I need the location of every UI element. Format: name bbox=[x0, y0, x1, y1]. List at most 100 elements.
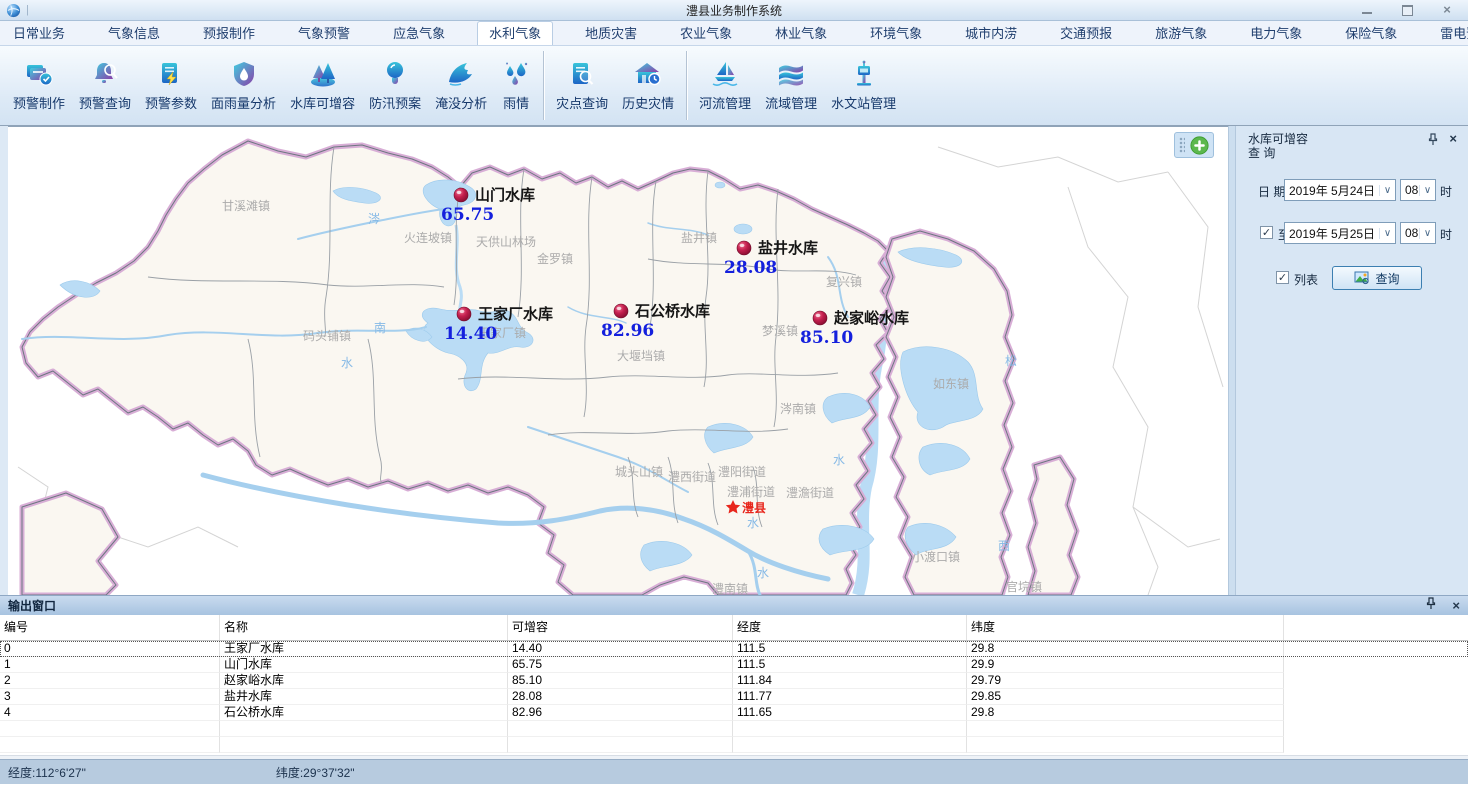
menu-item-气象信息[interactable]: 气象信息 bbox=[97, 21, 171, 45]
menu-item-旅游气象[interactable]: 旅游气象 bbox=[1144, 21, 1218, 45]
table-row-empty[interactable] bbox=[0, 721, 1468, 737]
table-row-0[interactable]: 0王家厂水库14.40111.529.8 bbox=[0, 641, 1468, 657]
table-cell: 3 bbox=[0, 689, 220, 705]
date-to-select[interactable]: 2019年 5月25日∨ bbox=[1284, 222, 1396, 244]
river-label: 水 bbox=[747, 516, 759, 530]
pin-icon[interactable] bbox=[1426, 597, 1436, 614]
menu-item-气象预警[interactable]: 气象预警 bbox=[287, 21, 361, 45]
panel-title: 水库可增容 查 询 bbox=[1248, 132, 1308, 160]
county-map[interactable]: 甘溪滩镇火连坡镇天供山林场金罗镇盐井镇复兴镇码头铺镇王家厂镇大堰垱镇梦溪镇涔南镇… bbox=[8, 127, 1228, 595]
toolbar-button-预警制作[interactable]: 预警制作 bbox=[6, 54, 72, 117]
table-cell: 82.96 bbox=[508, 705, 733, 721]
date-label: 日 期 bbox=[1258, 183, 1285, 200]
toolbar-button-面雨量分析[interactable]: 面雨量分析 bbox=[204, 54, 283, 117]
town-label-金罗镇: 金罗镇 bbox=[537, 251, 573, 266]
pin-icon[interactable] bbox=[1428, 133, 1438, 150]
table-cell: 85.10 bbox=[508, 673, 733, 689]
table-cell: 0 bbox=[0, 641, 220, 657]
restore-button[interactable] bbox=[1400, 4, 1414, 16]
panel-splitter[interactable] bbox=[1228, 126, 1236, 595]
menu-item-应急气象[interactable]: 应急气象 bbox=[382, 21, 456, 45]
menu-item-交通预报[interactable]: 交通预报 bbox=[1049, 21, 1123, 45]
reservoir-marker-icon[interactable] bbox=[454, 188, 468, 202]
toolbar-separator bbox=[686, 51, 687, 120]
toolbar-button-预警参数[interactable]: 预警参数 bbox=[138, 54, 204, 117]
reservoir-marker-icon[interactable] bbox=[614, 304, 628, 318]
hour-unit-label: 时 bbox=[1440, 183, 1452, 200]
table-cell: 111.5 bbox=[733, 641, 967, 657]
table-cell: 4 bbox=[0, 705, 220, 721]
hour-from-select[interactable]: 08∨ bbox=[1400, 179, 1436, 201]
to-checkbox[interactable]: ✓ bbox=[1260, 226, 1273, 239]
menu-item-环境气象[interactable]: 环境气象 bbox=[859, 21, 933, 45]
toolbar-separator bbox=[543, 51, 544, 120]
menu-item-电力气象[interactable]: 电力气象 bbox=[1239, 21, 1313, 45]
toolbar-button-雨情[interactable]: 雨情 bbox=[494, 54, 538, 117]
date-from-select[interactable]: 2019年 5月24日∨ bbox=[1284, 179, 1396, 201]
hour-to-select[interactable]: 08∨ bbox=[1400, 222, 1436, 244]
menu-item-水利气象[interactable]: 水利气象 bbox=[477, 21, 553, 45]
toolbar-button-预警查询[interactable]: 预警查询 bbox=[72, 54, 138, 117]
reservoir-marker-icon[interactable] bbox=[737, 241, 751, 255]
toolbar-button-淹没分析[interactable]: 淹没分析 bbox=[428, 54, 494, 117]
table-row-empty[interactable] bbox=[0, 737, 1468, 753]
menu-item-日常业务[interactable]: 日常业务 bbox=[2, 21, 76, 45]
table-header-row: 编号名称可增容经度纬度 bbox=[0, 615, 1468, 641]
table-row-3[interactable]: 3盐井水库28.08111.7729.85 bbox=[0, 689, 1468, 705]
menu-item-农业气象[interactable]: 农业气象 bbox=[669, 21, 743, 45]
output-window-header: 输出窗口 × bbox=[0, 595, 1468, 615]
reservoir-marker-icon[interactable] bbox=[813, 311, 827, 325]
map-add-layer-button[interactable] bbox=[1174, 132, 1214, 158]
close-button[interactable]: × bbox=[1440, 4, 1454, 16]
table-cell: 山门水库 bbox=[220, 657, 508, 673]
minimize-button[interactable] bbox=[1360, 4, 1374, 16]
output-close-icon[interactable]: × bbox=[1452, 598, 1460, 613]
menu-item-预报制作[interactable]: 预报制作 bbox=[192, 21, 266, 45]
toolbar-button-水文站管理[interactable]: 水文站管理 bbox=[824, 54, 903, 117]
list-checkbox[interactable]: ✓ bbox=[1276, 271, 1289, 284]
town-label-火连坡镇: 火连坡镇 bbox=[404, 230, 452, 245]
chevron-down-icon: ∨ bbox=[1379, 185, 1395, 196]
reservoir-marker-icon[interactable] bbox=[457, 307, 471, 321]
column-header-纬度[interactable]: 纬度 bbox=[967, 615, 1284, 640]
window-title: 澧县业务制作系统 bbox=[0, 2, 1468, 19]
drag-grip-icon bbox=[1179, 137, 1185, 153]
chevron-down-icon: ∨ bbox=[1419, 228, 1435, 239]
column-header-名称[interactable]: 名称 bbox=[220, 615, 508, 640]
menu-item-雷电预警[interactable]: 雷电预警 bbox=[1429, 21, 1468, 45]
toolbar-button-灾点查询[interactable]: 灾点查询 bbox=[549, 54, 615, 117]
toolbar-button-流域管理[interactable]: 流域管理 bbox=[758, 54, 824, 117]
table-cell: 29.79 bbox=[967, 673, 1284, 689]
column-header-可增容[interactable]: 可增容 bbox=[508, 615, 733, 640]
toolbar-button-河流管理[interactable]: 河流管理 bbox=[692, 54, 758, 117]
town-label-复兴镇: 复兴镇 bbox=[826, 275, 862, 289]
map-canvas[interactable]: 甘溪滩镇火连坡镇天供山林场金罗镇盐井镇复兴镇码头铺镇王家厂镇大堰垱镇梦溪镇涔南镇… bbox=[8, 126, 1228, 595]
reservoir-capacity-panel: 水库可增容 查 询 × 日 期 2019年 5月24日∨ 08∨ 时 ✓ 至 2… bbox=[1236, 126, 1468, 595]
town-label-澧澹街道: 澧澹街道 bbox=[786, 486, 834, 500]
table-row-1[interactable]: 1山门水库65.75111.529.9 bbox=[0, 657, 1468, 673]
column-header-经度[interactable]: 经度 bbox=[733, 615, 967, 640]
menu-item-城市内涝[interactable]: 城市内涝 bbox=[954, 21, 1028, 45]
menu-bar: 日常业务气象信息预报制作气象预警应急气象水利气象地质灾害农业气象林业气象环境气象… bbox=[0, 21, 1468, 46]
column-header-编号[interactable]: 编号 bbox=[0, 615, 220, 640]
menu-item-保险气象[interactable]: 保险气象 bbox=[1334, 21, 1408, 45]
reservoir-value-label: 85.10 bbox=[800, 328, 853, 348]
query-button[interactable]: 查询 bbox=[1332, 266, 1422, 290]
flood-plan-icon bbox=[380, 59, 410, 89]
menu-item-地质灾害[interactable]: 地质灾害 bbox=[574, 21, 648, 45]
reservoir-capacity-icon bbox=[308, 59, 338, 89]
disaster-query-icon bbox=[567, 59, 597, 89]
chevron-down-icon: ∨ bbox=[1419, 185, 1435, 196]
toolbar-button-历史灾情[interactable]: 历史灾情 bbox=[615, 54, 681, 117]
panel-close-icon[interactable]: × bbox=[1449, 131, 1457, 146]
river-label: 水 bbox=[833, 453, 845, 467]
main-area: 甘溪滩镇火连坡镇天供山林场金罗镇盐井镇复兴镇码头铺镇王家厂镇大堰垱镇梦溪镇涔南镇… bbox=[0, 126, 1468, 595]
reservoir-value-label: 65.75 bbox=[441, 205, 494, 225]
toolbar-button-防汛预案[interactable]: 防汛预案 bbox=[362, 54, 428, 117]
marker-highlight bbox=[740, 244, 745, 247]
table-cell bbox=[733, 721, 967, 737]
menu-item-林业气象[interactable]: 林业气象 bbox=[764, 21, 838, 45]
toolbar-button-水库可增容[interactable]: 水库可增容 bbox=[283, 54, 362, 117]
table-row-2[interactable]: 2赵家峪水库85.10111.8429.79 bbox=[0, 673, 1468, 689]
table-row-4[interactable]: 4石公桥水库82.96111.6529.8 bbox=[0, 705, 1468, 721]
